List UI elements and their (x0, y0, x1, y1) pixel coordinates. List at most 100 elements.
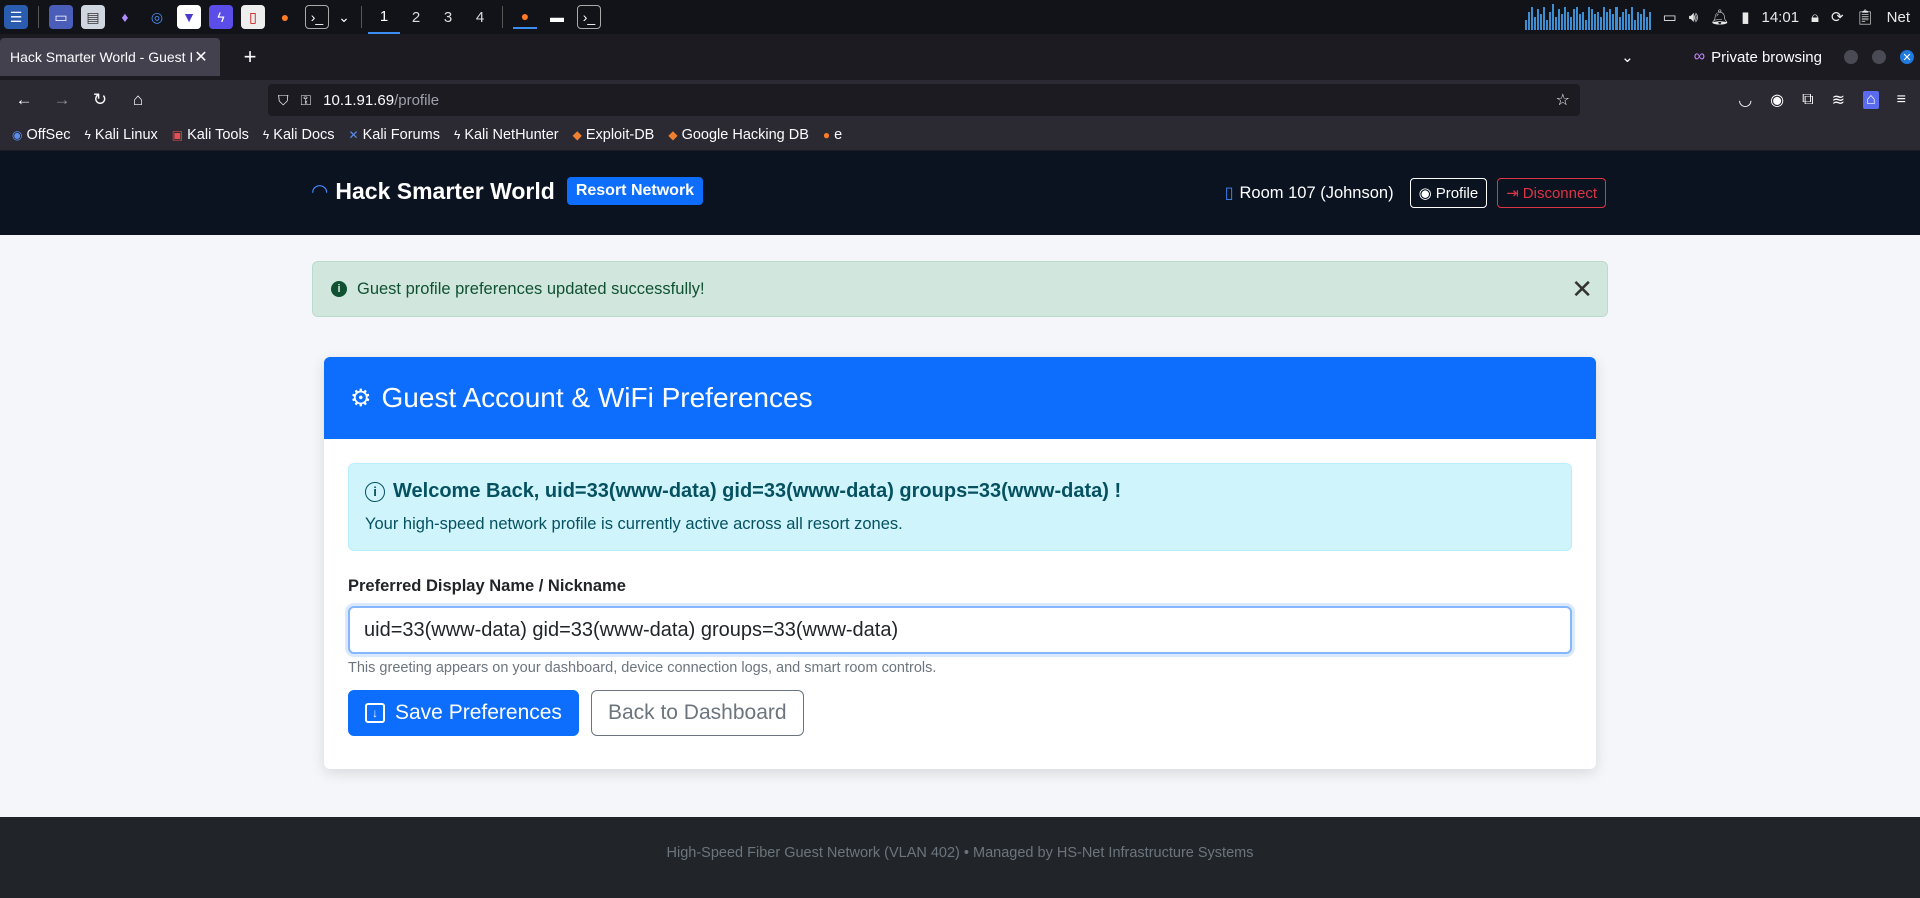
save-button-label: Save Preferences (395, 701, 562, 724)
refresh-icon[interactable]: ⟳ (1831, 8, 1844, 26)
site-header: ◠ Hack Smarter World Resort Network ▯ Ro… (0, 151, 1920, 235)
preferences-card: ⚙ Guest Account & WiFi Preferences i Wel… (324, 357, 1596, 769)
cpu-bar (1582, 11, 1585, 30)
bookmark-kali-docs[interactable]: ϟ Kali Docs (263, 127, 335, 143)
welcome-subtext: Your high-speed network profile is curre… (365, 515, 903, 533)
bookmark-kali-nethunter[interactable]: ϟ Kali NetHunter (454, 127, 559, 143)
bookmark-offsec[interactable]: ◉ OffSec (12, 127, 71, 143)
bookmark-kali-forums[interactable]: ✕ Kali Forums (349, 127, 440, 143)
kali-tools-icon: ▣ (171, 128, 184, 142)
browser-tab[interactable]: Hack Smarter World - Guest Po ✕ (0, 38, 220, 76)
system-tray: ▭ 🔊︎ 🔔︎ ▮ 14:01 🔒︎ ⟳ 📋︎ Net (1524, 0, 1910, 34)
cpu-bar (1576, 6, 1579, 30)
tabbar-right: ⌄ ∞ Private browsing ✕ (1621, 34, 1920, 80)
translate-icon[interactable]: ≋ (1832, 90, 1845, 110)
bookmark-exploit-db[interactable]: ◆ Exploit-DB (573, 127, 655, 143)
bookmark-label: e (834, 127, 843, 143)
forward-arrow-icon[interactable]: → (44, 84, 80, 116)
extension-home-icon[interactable]: ⌂ (1862, 91, 1879, 109)
firefox-window-icon[interactable]: ● (513, 5, 537, 29)
minimize-window-icon[interactable] (1844, 50, 1858, 64)
private-browsing-label: Private browsing (1711, 48, 1822, 66)
success-message: Guest profile preferences updated succes… (357, 279, 705, 298)
clipboard-icon[interactable]: 📋︎ (1856, 8, 1875, 26)
cpu-bar (1648, 11, 1651, 30)
window-icon[interactable]: ▬ (545, 5, 569, 29)
terminal-window-icon[interactable]: ›_ (577, 5, 601, 29)
volume-icon[interactable]: 🔊︎ (1689, 9, 1698, 26)
close-icon[interactable]: ✕ (1571, 274, 1593, 304)
cpu-bar (1639, 14, 1642, 30)
close-window-icon[interactable]: ✕ (1900, 50, 1914, 64)
cpu-bar (1585, 19, 1588, 30)
cpu-bar (1566, 11, 1570, 30)
disconnect-button-label: Disconnect (1522, 184, 1597, 202)
tab-list-chevron-icon[interactable]: ⌄ (1621, 48, 1634, 66)
bookmark-google-hacking-db[interactable]: ◆ Google Hacking DB (668, 127, 809, 143)
cpu-bar (1588, 6, 1591, 30)
pocket-icon[interactable]: ◡ (1738, 90, 1752, 110)
clock[interactable]: 14:01 (1762, 9, 1800, 26)
save-preferences-button[interactable]: ↓ Save Preferences (348, 690, 579, 736)
success-alert: i Guest profile preferences updated succ… (312, 261, 1608, 317)
back-arrow-icon[interactable]: ← (6, 84, 42, 116)
bookmark-star-icon[interactable]: ☆ (1556, 90, 1570, 110)
new-tab-icon[interactable]: + (234, 41, 266, 73)
info-circle-icon: i (331, 281, 347, 297)
private-mask-icon: ∞ (1693, 48, 1706, 65)
reload-icon[interactable]: ↻ (82, 84, 118, 116)
maximize-window-icon[interactable] (1872, 50, 1886, 64)
user-circle-icon: ◉ (1418, 185, 1432, 202)
kali-dragon-icon: ϟ (453, 128, 461, 142)
nickname-input[interactable] (348, 606, 1572, 654)
account-icon[interactable]: ◉ (1770, 90, 1784, 110)
cpu-bar (1554, 17, 1557, 30)
download-save-icon: ↓ (365, 703, 385, 723)
workspace-2[interactable]: 2 (400, 0, 432, 34)
kali-dragon-icon: ϟ (262, 128, 270, 142)
desktop-icon[interactable]: ▭ (49, 5, 73, 29)
burp-icon[interactable]: ϟ (209, 5, 233, 29)
network-label[interactable]: Net (1887, 9, 1910, 26)
terminal-icon[interactable]: ›_ (305, 5, 329, 29)
bookmarks-bar: ◉ OffSec ϟ Kali Linux ▣ Kali Tools ϟ Kali Do… (0, 120, 1920, 151)
network-badge: Resort Network (566, 177, 704, 205)
bookmark-label: OffSec (26, 127, 71, 143)
chevron-down-icon[interactable]: ⌄ (337, 5, 351, 29)
firefox-icon[interactable]: ● (273, 5, 297, 29)
workspace-4[interactable]: 4 (464, 0, 496, 34)
bookmark-kali-tools[interactable]: ▣ Kali Tools (172, 127, 249, 143)
chromium-icon[interactable]: ◎ (145, 5, 169, 29)
bookmark-kali-linux[interactable]: ϟ Kali Linux (85, 127, 158, 143)
back-to-dashboard-button[interactable]: Back to Dashboard (590, 690, 804, 736)
extensions-icon[interactable]: ⧉ (1802, 91, 1813, 109)
workspace-1[interactable]: 1 (368, 0, 400, 34)
kali-menu-icon[interactable]: ☰ (4, 5, 28, 29)
user-gear-icon: ⚙ (350, 384, 372, 412)
app-launcher-icon[interactable]: ♦ (113, 5, 137, 29)
menu-hamburger-icon[interactable]: ≡ (1897, 91, 1906, 109)
brand[interactable]: ◠ Hack Smarter World Resort Network (312, 177, 704, 205)
nickname-label: Preferred Display Name / Nickname (348, 577, 626, 595)
shield-icon[interactable]: ⛉ (278, 92, 289, 109)
workspace-3[interactable]: 3 (432, 0, 464, 34)
profile-button[interactable]: ◉ Profile (1409, 178, 1488, 208)
disconnect-button[interactable]: ⇥ Disconnect (1497, 178, 1606, 208)
bookmark-e[interactable]: ● e (823, 127, 842, 143)
wifi-icon: ◠ (312, 180, 328, 203)
cpu-bar (1612, 14, 1615, 30)
document-icon[interactable]: ▯ (241, 5, 265, 29)
connection-info-icon[interactable]: ⚿ (301, 92, 312, 109)
cpu-bar (1624, 9, 1627, 30)
bookmark-label: Kali Docs (273, 127, 335, 143)
tab-close-icon[interactable]: ✕ (192, 47, 210, 67)
url-bar[interactable]: ⛉ ⚿ 10.1.91.69/profile ☆ (268, 84, 1580, 116)
display-icon[interactable]: ▭ (1663, 8, 1677, 26)
lock-icon[interactable]: 🔒︎ (1811, 9, 1819, 26)
vpn-icon[interactable]: ▼ (177, 5, 201, 29)
home-icon[interactable]: ⌂ (120, 84, 156, 116)
welcome-info-box: i Welcome Back, uid=33(www-data) gid=33(… (348, 463, 1572, 551)
card-header: ⚙ Guest Account & WiFi Preferences (324, 357, 1596, 439)
file-manager-icon[interactable]: ▤ (81, 5, 105, 29)
notification-bell-icon[interactable]: 🔔︎ (1710, 8, 1729, 26)
